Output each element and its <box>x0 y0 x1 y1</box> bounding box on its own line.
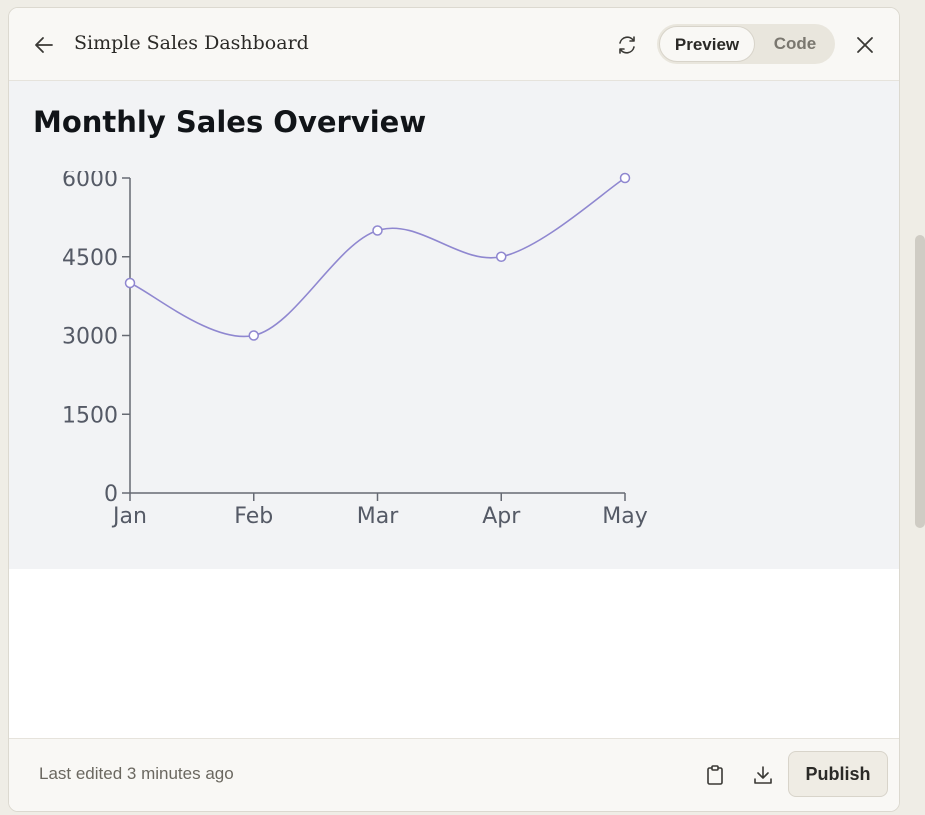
download-button[interactable] <box>749 761 777 789</box>
chart-heading: Monthly Sales Overview <box>33 105 427 139</box>
series-line <box>129 177 626 338</box>
footer-bar: Last edited 3 minutes ago Publish <box>9 738 899 811</box>
data-point <box>619 172 631 184</box>
refresh-button[interactable] <box>613 31 641 59</box>
x-tick-label: Mar <box>357 504 399 529</box>
page-title: Simple Sales Dashboard <box>74 32 309 54</box>
x-tick-label: Feb <box>234 504 273 529</box>
x-tick-label: May <box>602 504 647 529</box>
tab-preview[interactable]: Preview <box>659 26 755 62</box>
arrow-left-icon <box>35 37 53 53</box>
close-button[interactable] <box>851 31 879 59</box>
copy-button[interactable] <box>701 761 729 789</box>
artifact-window: Simple Sales Dashboard Preview Code Mont… <box>8 7 900 812</box>
sales-line-chart: 01500300045006000Jan Feb Mar Apr May <box>62 171 648 529</box>
publish-button[interactable]: Publish <box>788 751 888 797</box>
y-tick-label: 6000 <box>62 171 118 192</box>
x-tick-label: Jan <box>111 504 147 529</box>
y-tick-label: 1500 <box>62 403 118 428</box>
clipboard-icon <box>707 765 723 785</box>
refresh-icon <box>619 36 635 54</box>
y-tick-label: 3000 <box>62 325 118 350</box>
x-tick-label: Apr <box>482 504 521 529</box>
last-edited-status: Last edited 3 minutes ago <box>39 764 234 783</box>
view-toggle: Preview Code <box>657 24 835 64</box>
data-point <box>496 251 507 262</box>
tab-code[interactable]: Code <box>757 26 833 62</box>
data-point <box>372 225 383 236</box>
data-point <box>248 330 259 341</box>
close-icon <box>857 37 873 53</box>
back-button[interactable] <box>31 32 57 58</box>
download-icon <box>754 766 772 784</box>
data-point <box>124 277 136 289</box>
scrollbar-thumb[interactable] <box>915 235 925 528</box>
y-tick-label: 4500 <box>62 246 118 271</box>
header-bar: Simple Sales Dashboard Preview Code <box>9 8 899 81</box>
preview-pane: Monthly Sales Overview 0 1500 3000 4500 6000… <box>9 81 899 569</box>
